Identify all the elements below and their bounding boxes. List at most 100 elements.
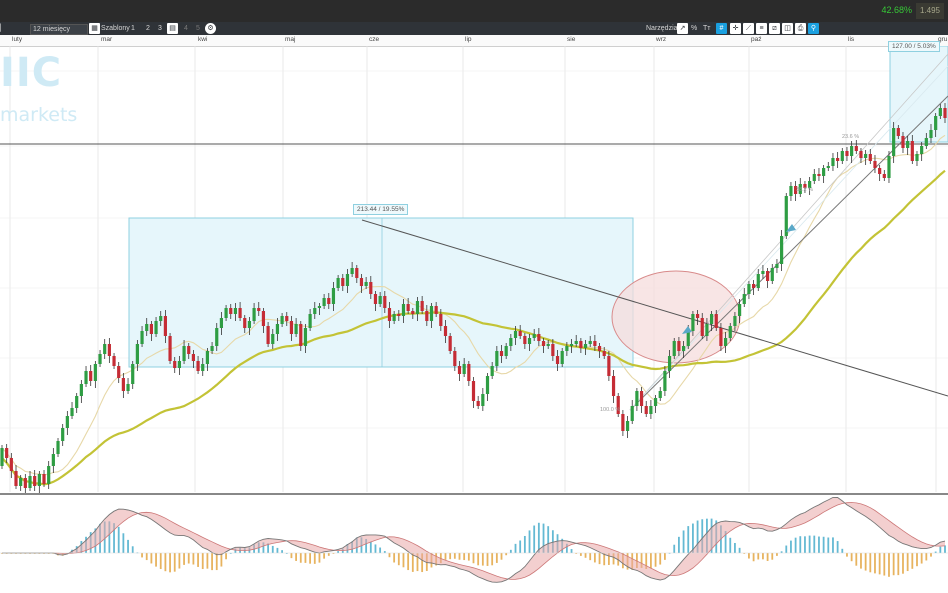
period-select[interactable]: 12 miesięcy: [30, 24, 88, 35]
macd-histogram-bar: [827, 537, 830, 553]
toolbar-divider-icon: ▏: [0, 25, 6, 32]
candle-body: [135, 344, 139, 364]
layout-button-4[interactable]: 4: [184, 24, 188, 33]
candle-body: [840, 151, 844, 161]
candle-body: [672, 341, 676, 356]
candle-body: [285, 316, 289, 321]
layout-button-3[interactable]: 3: [158, 24, 162, 33]
candle-body: [439, 314, 443, 326]
templates-menu[interactable]: Szablony: [101, 24, 130, 33]
candle-body: [639, 391, 644, 406]
candle-body: [378, 296, 382, 304]
draw-line-icon[interactable]: ↗: [677, 23, 688, 34]
crosshair-icon[interactable]: ✛: [730, 23, 741, 34]
candle-body: [425, 311, 429, 321]
candle-body: [499, 351, 504, 356]
candle-body: [187, 346, 191, 354]
fib-fan-line: [629, 65, 948, 411]
candle-body: [635, 391, 639, 406]
macd-histogram-bar: [127, 539, 129, 553]
candle-body: [574, 341, 578, 344]
candle-body: [364, 282, 368, 286]
candle-body: [896, 128, 900, 136]
candle-body: [537, 334, 541, 341]
month-label: kwi: [198, 36, 208, 43]
macd-histogram-bar: [911, 553, 914, 569]
candle-body: [756, 274, 760, 288]
macd-histogram-bar: [790, 540, 792, 553]
candle-body: [9, 458, 13, 471]
fib-level-label: 23.6 %: [842, 134, 860, 140]
candle-body: [714, 314, 718, 328]
percent-tool[interactable]: %: [691, 24, 697, 33]
candle-body: [303, 328, 308, 346]
top-bar: 42.68% 1.495: [0, 0, 948, 22]
candle-body: [322, 298, 326, 306]
macd-histogram-bar: [673, 544, 676, 553]
macd-histogram-bar: [822, 536, 825, 553]
candle-body: [75, 396, 79, 408]
candle-body: [121, 378, 125, 391]
macd-histogram-bar: [850, 553, 853, 562]
macd-histogram-bar: [930, 553, 932, 557]
candle-body: [457, 366, 462, 374]
price-change-box: 1.495: [915, 3, 944, 19]
layout-button-2[interactable]: 2: [146, 24, 150, 33]
candle-body: [238, 308, 242, 318]
candle-body: [154, 321, 158, 334]
consolidation-box[interactable]: [128, 217, 634, 368]
candle-body: [112, 356, 116, 366]
shape-icon[interactable]: ◫: [782, 23, 793, 34]
candle-body: [686, 331, 690, 346]
macd-histogram-bar: [117, 526, 120, 553]
candle-body: [920, 146, 924, 154]
candle-body: [369, 282, 373, 294]
macd-histogram-bar: [299, 553, 302, 563]
layout-grid-icon[interactable]: ▤: [167, 23, 178, 34]
calendar-icon[interactable]: ▦: [89, 23, 100, 34]
candle-body: [929, 130, 933, 138]
candle-body: [887, 156, 891, 178]
candle-body: [906, 141, 910, 148]
layout-button-1[interactable]: 1: [131, 24, 135, 33]
candle-body: [0, 448, 4, 466]
candle-body: [84, 371, 88, 384]
print-icon[interactable]: ⎙: [795, 23, 806, 34]
candle-body: [131, 364, 135, 384]
magnet-icon[interactable]: ⚲: [808, 23, 819, 34]
macd-histogram-bar: [211, 553, 213, 571]
macd-histogram-bar: [397, 553, 400, 566]
candle-body: [859, 151, 863, 158]
trend-icon[interactable]: ⟋: [743, 23, 754, 34]
grid-tool[interactable]: #: [716, 23, 727, 34]
candle-body: [742, 294, 746, 304]
macd-histogram-bar: [664, 553, 666, 560]
macd-histogram-bar: [799, 536, 802, 553]
channel-icon[interactable]: ⧄: [769, 23, 780, 34]
macd-histogram-bar: [131, 546, 134, 553]
macd-histogram-bar: [878, 553, 881, 575]
fibonacci-icon[interactable]: ≡: [756, 23, 767, 34]
price-chart[interactable]: [0, 46, 948, 593]
settings-gear-icon[interactable]: ⚙: [205, 23, 216, 34]
fib-level-label: 38.2 %: [796, 187, 814, 193]
candle-body: [527, 338, 532, 344]
macd-histogram-bar: [407, 553, 410, 571]
candle-body: [47, 466, 51, 484]
candle-body: [751, 284, 756, 288]
macd-histogram-bar: [145, 553, 148, 561]
macd-histogram-bar: [682, 530, 685, 553]
text-tool[interactable]: Tт: [703, 24, 710, 33]
candle-body: [892, 128, 896, 156]
macd-histogram-bar: [897, 553, 900, 576]
candle-body: [504, 346, 508, 356]
uptrend-line[interactable]: [629, 95, 948, 411]
candle-body: [597, 346, 602, 351]
candle-body: [205, 351, 210, 364]
candle-body: [831, 158, 835, 166]
candle-body: [89, 371, 93, 381]
candle-body: [93, 364, 97, 381]
layout-button-5[interactable]: 5: [196, 24, 200, 33]
candle-body: [182, 346, 186, 361]
candle-body: [766, 271, 770, 281]
